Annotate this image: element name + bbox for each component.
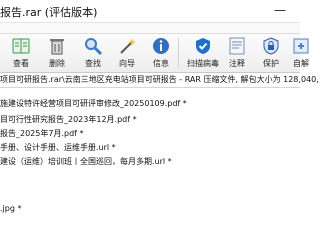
toolbar: 查看 删除 查找 向导 信息 扫描病毒 注释 保护 自解	[0, 34, 309, 73]
info-label: 信息	[153, 59, 169, 68]
info-button[interactable]: 信息	[146, 34, 176, 72]
title-bar: 报告.rar (评估版本) —	[0, 0, 300, 23]
protect-icon	[263, 37, 279, 55]
info-icon	[153, 38, 169, 54]
sfx-label: 自解	[293, 59, 309, 68]
list-item[interactable]: .jpg *	[0, 203, 300, 215]
find-button[interactable]: 查找	[78, 34, 108, 72]
find-label: 查找	[85, 59, 101, 68]
minimize-button[interactable]: —	[270, 1, 290, 19]
archive-path: 项目可研报告.rar\云南三地区充电站项目可研报告 - RAR 压缩文件, 解包…	[0, 75, 319, 84]
list-item[interactable]: 施建设特许经营项目可研评审修改_20250109.pdf *	[0, 98, 300, 110]
comment-icon	[229, 37, 245, 55]
delete-icon	[50, 39, 64, 55]
find-icon	[85, 38, 103, 56]
window-title: 报告.rar (评估版本)	[0, 6, 98, 19]
virus-scan-icon	[196, 38, 210, 54]
toolbar-separator	[178, 38, 179, 68]
list-item[interactable]: 手册、设计手册、运维手册.url *	[0, 142, 300, 154]
path-bar[interactable]: 项目可研报告.rar\云南三地区充电站项目可研报告 - RAR 压缩文件, 解包…	[0, 73, 319, 88]
comment-label: 注释	[229, 59, 245, 68]
delete-label: 删除	[49, 59, 65, 68]
comment-button[interactable]: 注释	[222, 34, 252, 72]
list-item[interactable]: 报告_2025年7月.pdf *	[0, 128, 300, 140]
file-list[interactable]: 施建设特许经营项目可研评审修改_20250109.pdf * 目可行性研究报告_…	[0, 90, 300, 250]
wizard-label: 向导	[119, 59, 135, 68]
list-item[interactable]: 目可行性研究报告_2023年12月.pdf *	[0, 114, 300, 126]
wizard-button[interactable]: 向导	[112, 34, 142, 72]
virus-scan-button[interactable]: 扫描病毒	[187, 34, 219, 72]
delete-button[interactable]: 删除	[42, 34, 72, 72]
virus-scan-label: 扫描病毒	[187, 59, 219, 68]
sfx-button[interactable]: 自解	[286, 34, 316, 72]
list-item[interactable]: 建设（运维）培训班丨全国巡回，每月多期.url *	[0, 156, 300, 168]
view-button[interactable]: 查看	[6, 34, 36, 72]
menu-bar	[0, 23, 300, 34]
sfx-icon	[293, 38, 309, 54]
view-book-icon	[12, 38, 30, 54]
view-label: 查看	[13, 59, 29, 68]
wizard-icon	[120, 38, 136, 54]
